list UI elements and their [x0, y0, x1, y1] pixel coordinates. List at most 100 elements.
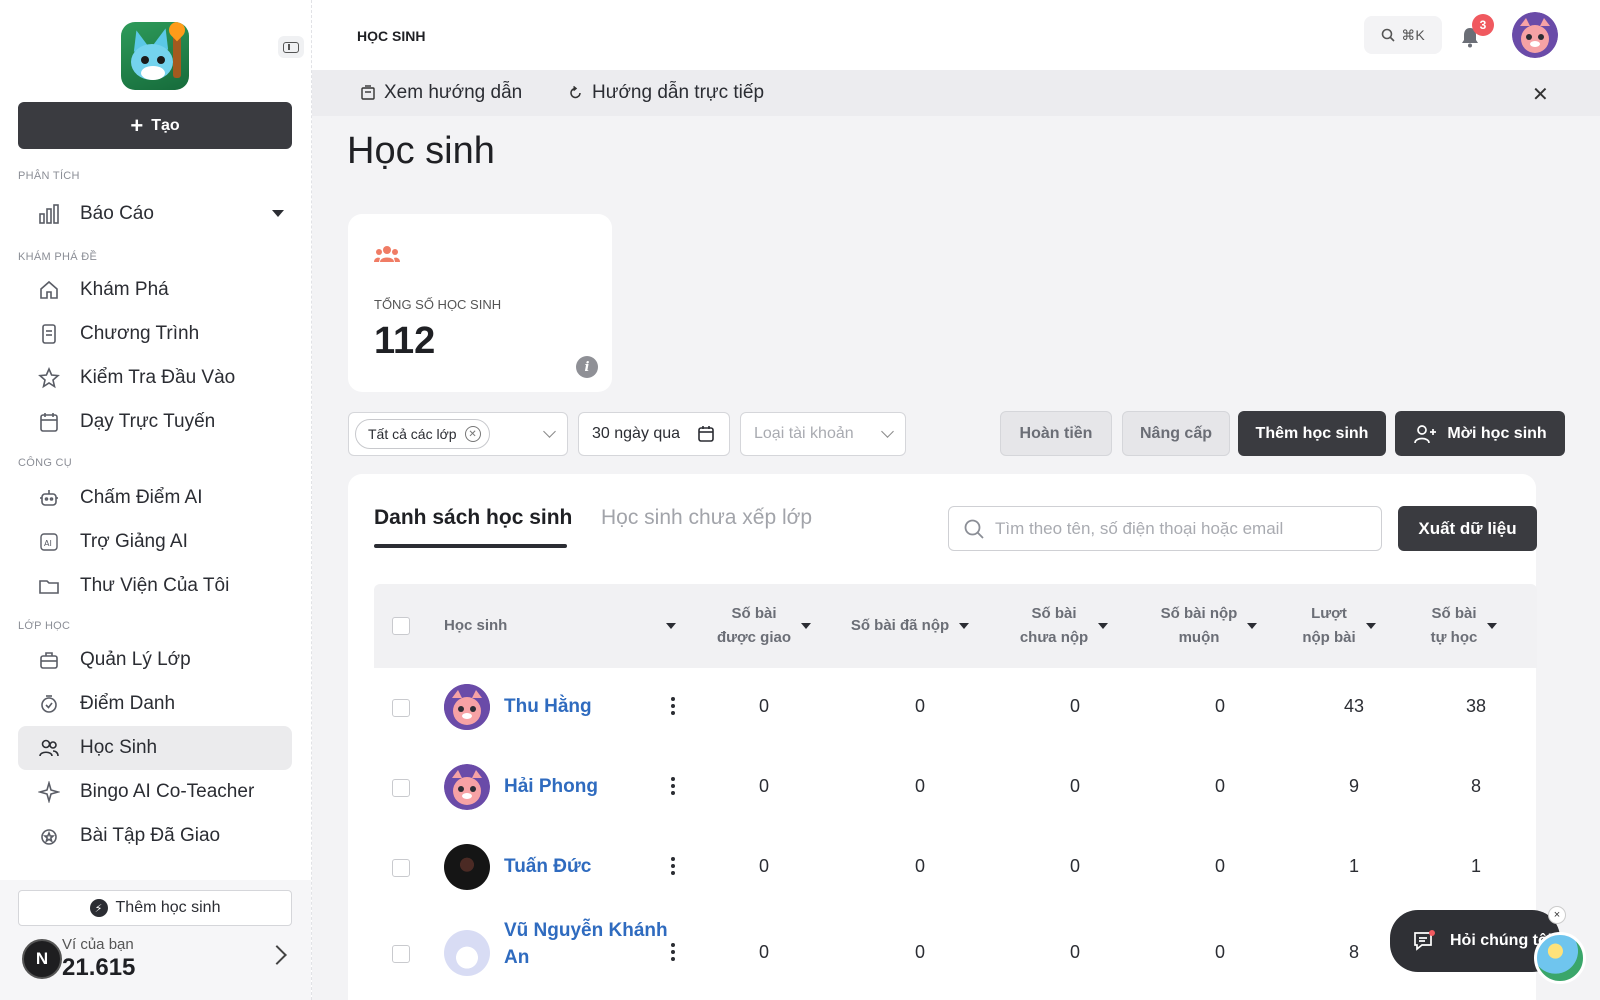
- sort-icon[interactable]: [1365, 623, 1376, 629]
- create-button[interactable]: + Tạo: [18, 102, 292, 149]
- class-filter-select[interactable]: Tất cả các lớp ✕: [348, 412, 568, 456]
- sidebar-item-programs[interactable]: Chương Trình: [18, 312, 292, 356]
- user-avatar[interactable]: [1512, 12, 1558, 58]
- tab-student-list[interactable]: Danh sách học sinh: [374, 506, 572, 530]
- sidebar-add-student-button[interactable]: ⚡ Thêm học sinh: [18, 890, 292, 926]
- submitted-count: 0: [914, 856, 925, 876]
- more-options-icon[interactable]: [670, 697, 676, 715]
- upgrade-button[interactable]: Nâng cấp: [1122, 411, 1230, 456]
- more-options-icon[interactable]: [670, 943, 676, 961]
- users-icon: [38, 737, 60, 759]
- sort-icon[interactable]: [801, 623, 812, 629]
- stat-label: TỔNG SỐ HỌC SINH: [374, 297, 502, 312]
- late-count: 0: [1214, 856, 1225, 876]
- self-study-count: 38: [1465, 696, 1487, 716]
- column-header-submissions[interactable]: Lượt nộp bài: [1284, 584, 1394, 668]
- table-row[interactable]: Vũ Nguyễn Khánh An 0 0 0 0 8: [374, 908, 1537, 1000]
- sidebar-item-label: Kiểm Tra Đầu Vào: [80, 367, 236, 388]
- export-data-button[interactable]: Xuất dữ liệu: [1398, 506, 1537, 551]
- sort-icon[interactable]: [1247, 623, 1258, 629]
- sidebar-item-bingo[interactable]: Bingo AI Co-Teacher: [18, 770, 292, 814]
- table-row[interactable]: Hải Phong 0 0 0 0 9 8: [374, 748, 1537, 828]
- add-student-button-label: Thêm học sinh: [1255, 424, 1369, 442]
- sidebar-item-online-teaching[interactable]: Dạy Trực Tuyến: [18, 400, 292, 444]
- sort-icon[interactable]: [1487, 623, 1498, 629]
- chevron-down-icon[interactable]: [272, 210, 284, 217]
- more-options-icon[interactable]: [670, 857, 676, 875]
- sidebar-item-ai-assistant[interactable]: AI Trợ Giảng AI: [18, 520, 292, 564]
- column-header-label: Số bài đã nộp: [850, 617, 950, 634]
- search-shortcut: ⌘K: [1401, 26, 1425, 43]
- sort-icon[interactable]: [666, 623, 676, 629]
- sidebar-item-label: Bài Tập Đã Giao: [80, 825, 221, 846]
- invite-student-button[interactable]: Mời học sinh: [1395, 411, 1565, 456]
- table-row[interactable]: Tuấn Đức 0 0 0 0 1 1: [374, 828, 1537, 908]
- info-icon[interactable]: i: [576, 356, 598, 378]
- column-header-student[interactable]: Học sinh: [444, 584, 676, 668]
- refresh-icon: [570, 85, 581, 99]
- sidebar-item-assignments[interactable]: Bài Tập Đã Giao: [18, 814, 292, 858]
- tab-unassigned-students[interactable]: Học sinh chưa xếp lớp: [601, 506, 812, 530]
- column-header-assigned[interactable]: Số bài được giao: [704, 584, 824, 668]
- document-icon: [38, 323, 60, 345]
- section-label-tools: CÔNG CỤ: [18, 457, 73, 469]
- user-initial-badge[interactable]: N: [22, 939, 62, 979]
- export-button-label: Xuất dữ liệu: [1418, 518, 1517, 538]
- column-header-late[interactable]: Số bài nộp muộn: [1144, 584, 1274, 668]
- column-header-self-study[interactable]: Số bài tự học: [1404, 584, 1524, 668]
- student-search-input[interactable]: [995, 518, 1365, 539]
- sidebar-item-attendance[interactable]: Điểm Danh: [18, 682, 292, 726]
- add-student-button[interactable]: Thêm học sinh: [1238, 411, 1386, 456]
- sidebar-item-explore[interactable]: Khám Phá: [18, 268, 292, 312]
- search-icon: [1382, 28, 1395, 42]
- folder-icon: [38, 575, 60, 597]
- row-checkbox[interactable]: [392, 945, 410, 963]
- sidebar-item-students[interactable]: Học Sinh: [18, 726, 292, 770]
- column-header-label: Số bài chưa nộp: [1019, 605, 1089, 646]
- clear-icon[interactable]: ✕: [464, 426, 481, 442]
- sort-icon[interactable]: [959, 623, 970, 629]
- students-panel: Danh sách học sinh Học sinh chưa xếp lớp…: [348, 474, 1537, 1000]
- select-all-checkbox[interactable]: [392, 617, 410, 635]
- student-name-link[interactable]: Hải Phong: [504, 774, 674, 801]
- sidebar-collapse-icon[interactable]: [278, 36, 304, 58]
- account-type-select[interactable]: Loại tài khoản: [740, 412, 906, 456]
- command-search-button[interactable]: ⌘K: [1364, 16, 1442, 54]
- self-study-count: 1: [1470, 856, 1481, 876]
- more-options-icon[interactable]: [670, 777, 676, 795]
- student-search-field[interactable]: [948, 506, 1382, 551]
- chat-close-icon[interactable]: ×: [1548, 906, 1566, 924]
- sidebar-item-ai-grading[interactable]: Chấm Điểm AI: [18, 476, 292, 520]
- sort-icon[interactable]: [1098, 623, 1109, 629]
- robot-icon: [38, 487, 60, 509]
- live-guide-link[interactable]: Hướng dẫn trực tiếp: [568, 82, 764, 104]
- class-filter-chip[interactable]: Tất cả các lớp ✕: [355, 419, 490, 449]
- avatar: [444, 684, 490, 730]
- view-guide-link[interactable]: Xem hướng dẫn: [360, 82, 522, 104]
- row-checkbox[interactable]: [392, 779, 410, 797]
- submissions-count: 8: [1348, 942, 1359, 962]
- row-checkbox[interactable]: [392, 699, 410, 717]
- sidebar-item-class-management[interactable]: Quản Lý Lớp: [18, 638, 292, 682]
- assigned-count: 0: [758, 856, 769, 876]
- column-header-not-submitted[interactable]: Số bài chưa nộp: [1004, 584, 1124, 668]
- date-range-value: 30 ngày qua: [592, 425, 681, 442]
- student-name-link[interactable]: Tuấn Đức: [504, 854, 674, 881]
- refund-button[interactable]: Hoàn tiền: [1000, 411, 1112, 456]
- column-header-submitted[interactable]: Số bài đã nộp: [840, 584, 980, 668]
- student-name-link[interactable]: Vũ Nguyễn Khánh An: [504, 918, 674, 971]
- live-guide-label: Hướng dẫn trực tiếp: [592, 82, 765, 103]
- app-logo[interactable]: [121, 22, 189, 90]
- date-range-input[interactable]: 30 ngày qua: [578, 412, 730, 456]
- notification-count-badge: 3: [1472, 14, 1494, 36]
- row-checkbox[interactable]: [392, 859, 410, 877]
- student-name-link[interactable]: Thu Hằng: [504, 694, 674, 721]
- sidebar-item-entrance-test[interactable]: Kiểm Tra Đầu Vào: [18, 356, 292, 400]
- active-tab-indicator: [374, 544, 567, 548]
- sidebar-item-my-library[interactable]: Thư Viện Của Tôi: [18, 564, 292, 608]
- sidebar-item-reports[interactable]: Báo Cáo: [18, 192, 292, 236]
- close-icon[interactable]: ✕: [1532, 82, 1549, 107]
- mascot-avatar[interactable]: [1534, 932, 1586, 984]
- section-label-classes: LỚP HỌC: [18, 620, 71, 632]
- table-row[interactable]: Thu Hằng 0 0 0 0 43 38: [374, 668, 1537, 748]
